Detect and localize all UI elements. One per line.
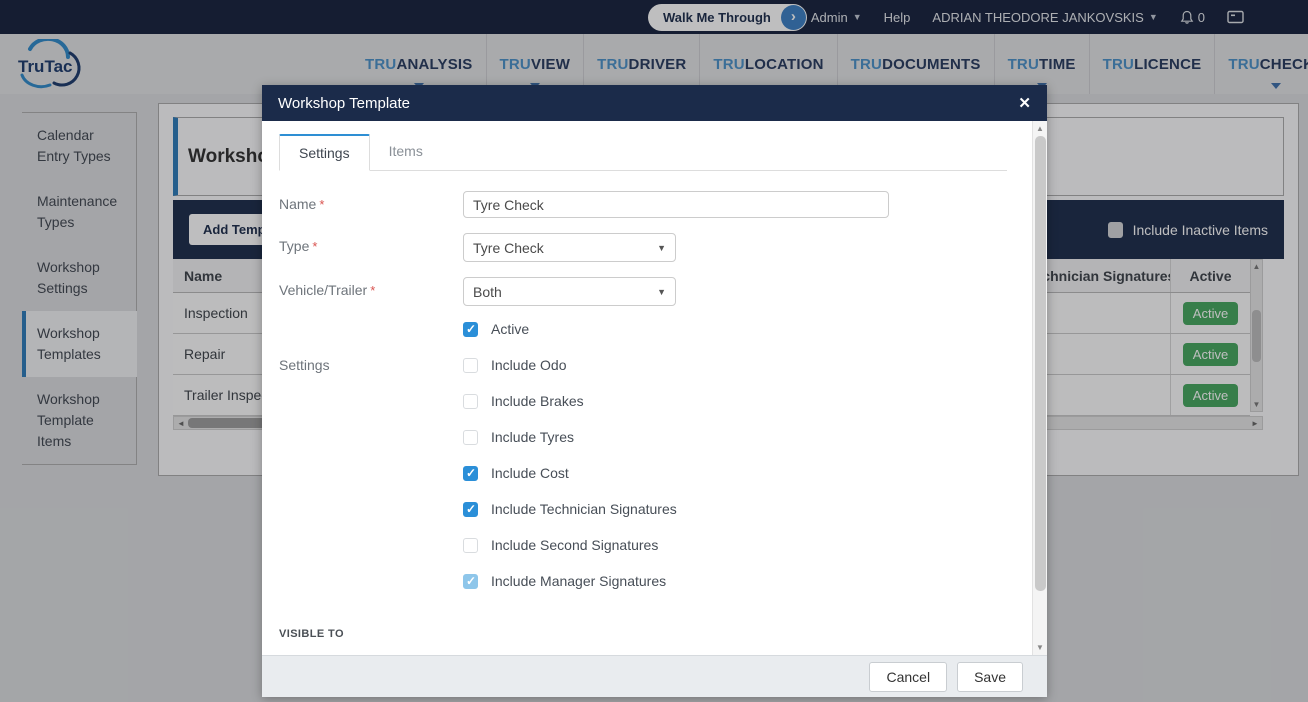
settings-checkbox-list: Active Include Odo Include Brakes Include T… [463,321,677,609]
visible-to-section: VISIBLE TO [279,624,1007,655]
checkbox-label: Include Manager Signatures [491,573,666,589]
close-icon[interactable]: ✕ [1018,94,1031,112]
chevron-down-icon: ▼ [657,287,666,297]
include-odo-checkbox[interactable] [463,358,478,373]
selected-value: Tyre Check [473,240,544,256]
modal-tab-items[interactable]: Items [370,134,442,171]
include-technician-signatures-checkbox[interactable] [463,502,478,517]
type-field-label: Type* [279,233,463,262]
checkbox-label: Include Cost [491,465,569,481]
checkbox-row-include-second-signatures: Include Second Signatures [463,537,677,553]
include-brakes-checkbox[interactable] [463,394,478,409]
checkbox-label: Include Technician Signatures [491,501,677,517]
vehicle-trailer-field-row: Vehicle/Trailer* Both ▼ [279,277,1007,306]
include-tyres-checkbox[interactable] [463,430,478,445]
checkbox-label: Active [491,321,529,337]
name-field-row: Name* [279,191,1007,218]
settings-group-label: Settings [279,321,463,609]
chevron-down-icon: ▼ [657,243,666,253]
required-marker: * [370,283,375,298]
checkbox-row-include-brakes: Include Brakes [463,393,677,409]
scroll-down-icon[interactable]: ▼ [1036,640,1044,655]
checkbox-row-active: Active [463,321,677,337]
cancel-button[interactable]: Cancel [869,662,947,692]
checkbox-row-include-odo: Include Odo [463,357,677,373]
settings-checkbox-group: Settings Active Include Odo Include Brakes… [279,321,1007,609]
modal-title: Workshop Template [278,95,410,112]
save-button[interactable]: Save [957,662,1023,692]
name-field-label: Name* [279,191,463,218]
required-marker: * [312,239,317,254]
modal-footer: Cancel Save [262,655,1047,697]
include-cost-checkbox[interactable] [463,466,478,481]
modal-scrollbar[interactable]: ▲ ▼ [1032,121,1047,655]
workshop-template-modal: Workshop Template ✕ SettingsItems Name* … [262,85,1047,697]
checkbox-row-include-manager-signatures: Include Manager Signatures [463,573,677,589]
selected-value: Both [473,284,502,300]
checkbox-label: Include Tyres [491,429,574,445]
visible-to-label: VISIBLE TO [279,628,344,640]
modal-tabs: SettingsItems [279,133,1007,171]
type-field-row: Type* Tyre Check ▼ [279,233,1007,262]
include-manager-signatures-checkbox[interactable] [463,574,478,589]
checkbox-row-include-cost: Include Cost [463,465,677,481]
vehicle-trailer-field-label: Vehicle/Trailer* [279,277,463,306]
checkbox-row-include-technician-signatures: Include Technician Signatures [463,501,677,517]
active-checkbox[interactable] [463,322,478,337]
checkbox-label: Include Second Signatures [491,537,658,553]
scrollbar-thumb[interactable] [1035,136,1046,591]
checkbox-row-include-tyres: Include Tyres [463,429,677,445]
name-input[interactable] [463,191,889,218]
label-text: Name [279,196,316,212]
vehicle-trailer-select[interactable]: Both ▼ [463,277,676,306]
checkbox-label: Include Odo [491,357,567,373]
label-text: Vehicle/Trailer [279,282,367,298]
type-select[interactable]: Tyre Check ▼ [463,233,676,262]
scroll-up-icon[interactable]: ▲ [1036,121,1044,136]
template-form: Name* Type* Tyre Check ▼ Vehicle/Trailer… [279,171,1007,655]
modal-header: Workshop Template ✕ [262,85,1047,121]
checkbox-label: Include Brakes [491,393,584,409]
include-second-signatures-checkbox[interactable] [463,538,478,553]
label-text: Type [279,238,309,254]
required-marker: * [319,197,324,212]
modal-tab-settings[interactable]: Settings [279,134,370,171]
modal-body: SettingsItems Name* Type* Tyre Check ▼ [262,121,1047,655]
